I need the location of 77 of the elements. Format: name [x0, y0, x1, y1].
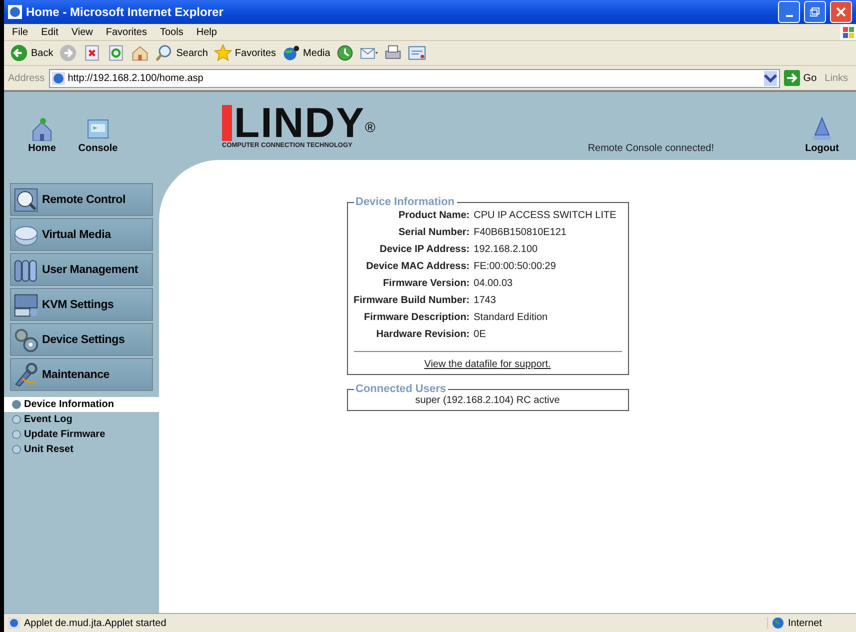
sidebar-item[interactable]: KVM Settings [10, 288, 153, 321]
field-label: Device MAC Address: [365, 260, 470, 274]
refresh-button[interactable] [107, 44, 126, 62]
favorites-button[interactable]: Favorites [214, 44, 276, 62]
back-button[interactable]: Back [10, 44, 54, 62]
monitor-icon [86, 117, 110, 141]
chevron-down-icon [764, 72, 778, 84]
sidebar-item[interactable]: User Management [10, 253, 153, 286]
window-title: Home - Microsoft Internet Explorer [26, 5, 224, 19]
console-nav-button[interactable]: Console [70, 117, 126, 154]
media-button[interactable]: Media [282, 44, 330, 62]
zone-label: Internet [788, 618, 822, 628]
connection-status: Remote Console connected! [586, 143, 715, 154]
menu-item[interactable]: Tools [160, 26, 184, 38]
home-button[interactable] [131, 44, 150, 62]
close-button[interactable] [830, 1, 852, 23]
field-label: Firmware Version: [382, 277, 470, 291]
field-label: Firmware Description: [363, 311, 470, 325]
back-icon [10, 44, 28, 62]
status-text: Applet de.mud.jta.Applet started [24, 618, 168, 628]
field-value: 1743 [474, 294, 497, 308]
datafile-link[interactable]: View the datafile for support. [354, 359, 622, 370]
search-icon [155, 44, 174, 62]
user-entry: super (192.168.2.104) RC active [414, 395, 561, 406]
close-icon [836, 7, 846, 17]
field-value: 192.168.2.100 [474, 243, 539, 257]
minimize-icon [786, 14, 792, 16]
field-label: Serial Number: [398, 226, 470, 240]
field-label: Hardware Revision: [375, 328, 470, 342]
favorites-icon [214, 44, 232, 62]
field-value: FE:00:00:50:00:29 [474, 260, 557, 274]
field-label: Device IP Address: [378, 243, 470, 257]
field-value: 0E [474, 328, 487, 342]
submenu-item[interactable]: Update Firmware [4, 427, 159, 442]
house-icon [30, 117, 54, 141]
restore-icon [810, 7, 820, 17]
globe-icon [772, 617, 784, 629]
menu-item[interactable]: Favorites [106, 26, 147, 38]
address-label: Address [8, 72, 45, 84]
field-value: 04.00.03 [474, 277, 514, 291]
panel-title: Device Information [354, 196, 456, 208]
submenu-item[interactable]: Device Information [4, 397, 159, 412]
address-field[interactable]: http://192.168.2.100/home.asp [48, 68, 780, 88]
menu-item[interactable]: Edit [41, 26, 58, 38]
menu-item[interactable]: Help [196, 26, 217, 38]
submenu-item[interactable]: Event Log [4, 412, 159, 427]
field-label: Firmware Build Number: [354, 294, 470, 308]
submenu-item[interactable]: Unit Reset [4, 442, 159, 457]
minimize-button[interactable] [778, 1, 800, 23]
restore-button[interactable] [804, 1, 826, 23]
sidebar-item[interactable]: Maintenance [10, 358, 153, 391]
stop-icon [83, 44, 102, 62]
field-value: Standard Edition [474, 311, 549, 325]
sidebar-item[interactable]: Virtual Media [10, 218, 153, 251]
field-value: CPU IP ACCESS SWITCH LITE [474, 209, 618, 223]
menu-item[interactable]: View [71, 26, 93, 38]
sidebar-item[interactable]: Remote Control [10, 183, 153, 216]
sidebar-item[interactable]: Device Settings [10, 323, 153, 356]
print-button[interactable] [384, 44, 402, 62]
field-label: Product Name: [398, 209, 470, 223]
windows-logo-icon [840, 24, 856, 40]
page-icon [8, 617, 20, 629]
refresh-icon [107, 44, 126, 62]
home-icon [131, 44, 150, 62]
forward-icon [59, 44, 78, 62]
dropdown-button[interactable] [764, 70, 778, 86]
menu-item[interactable]: File [12, 26, 28, 38]
page-icon [52, 72, 65, 84]
print-icon [384, 44, 402, 62]
home-nav-button[interactable]: Home [14, 117, 70, 154]
panel-title: Connected Users [354, 383, 447, 395]
triangle-icon [811, 117, 833, 141]
search-button[interactable]: Search [155, 44, 208, 62]
logout-button[interactable]: Logout [796, 117, 856, 154]
stop-button[interactable] [83, 44, 102, 62]
field-value: F40B6B150810E121 [474, 226, 568, 240]
browser-icon [8, 5, 22, 19]
